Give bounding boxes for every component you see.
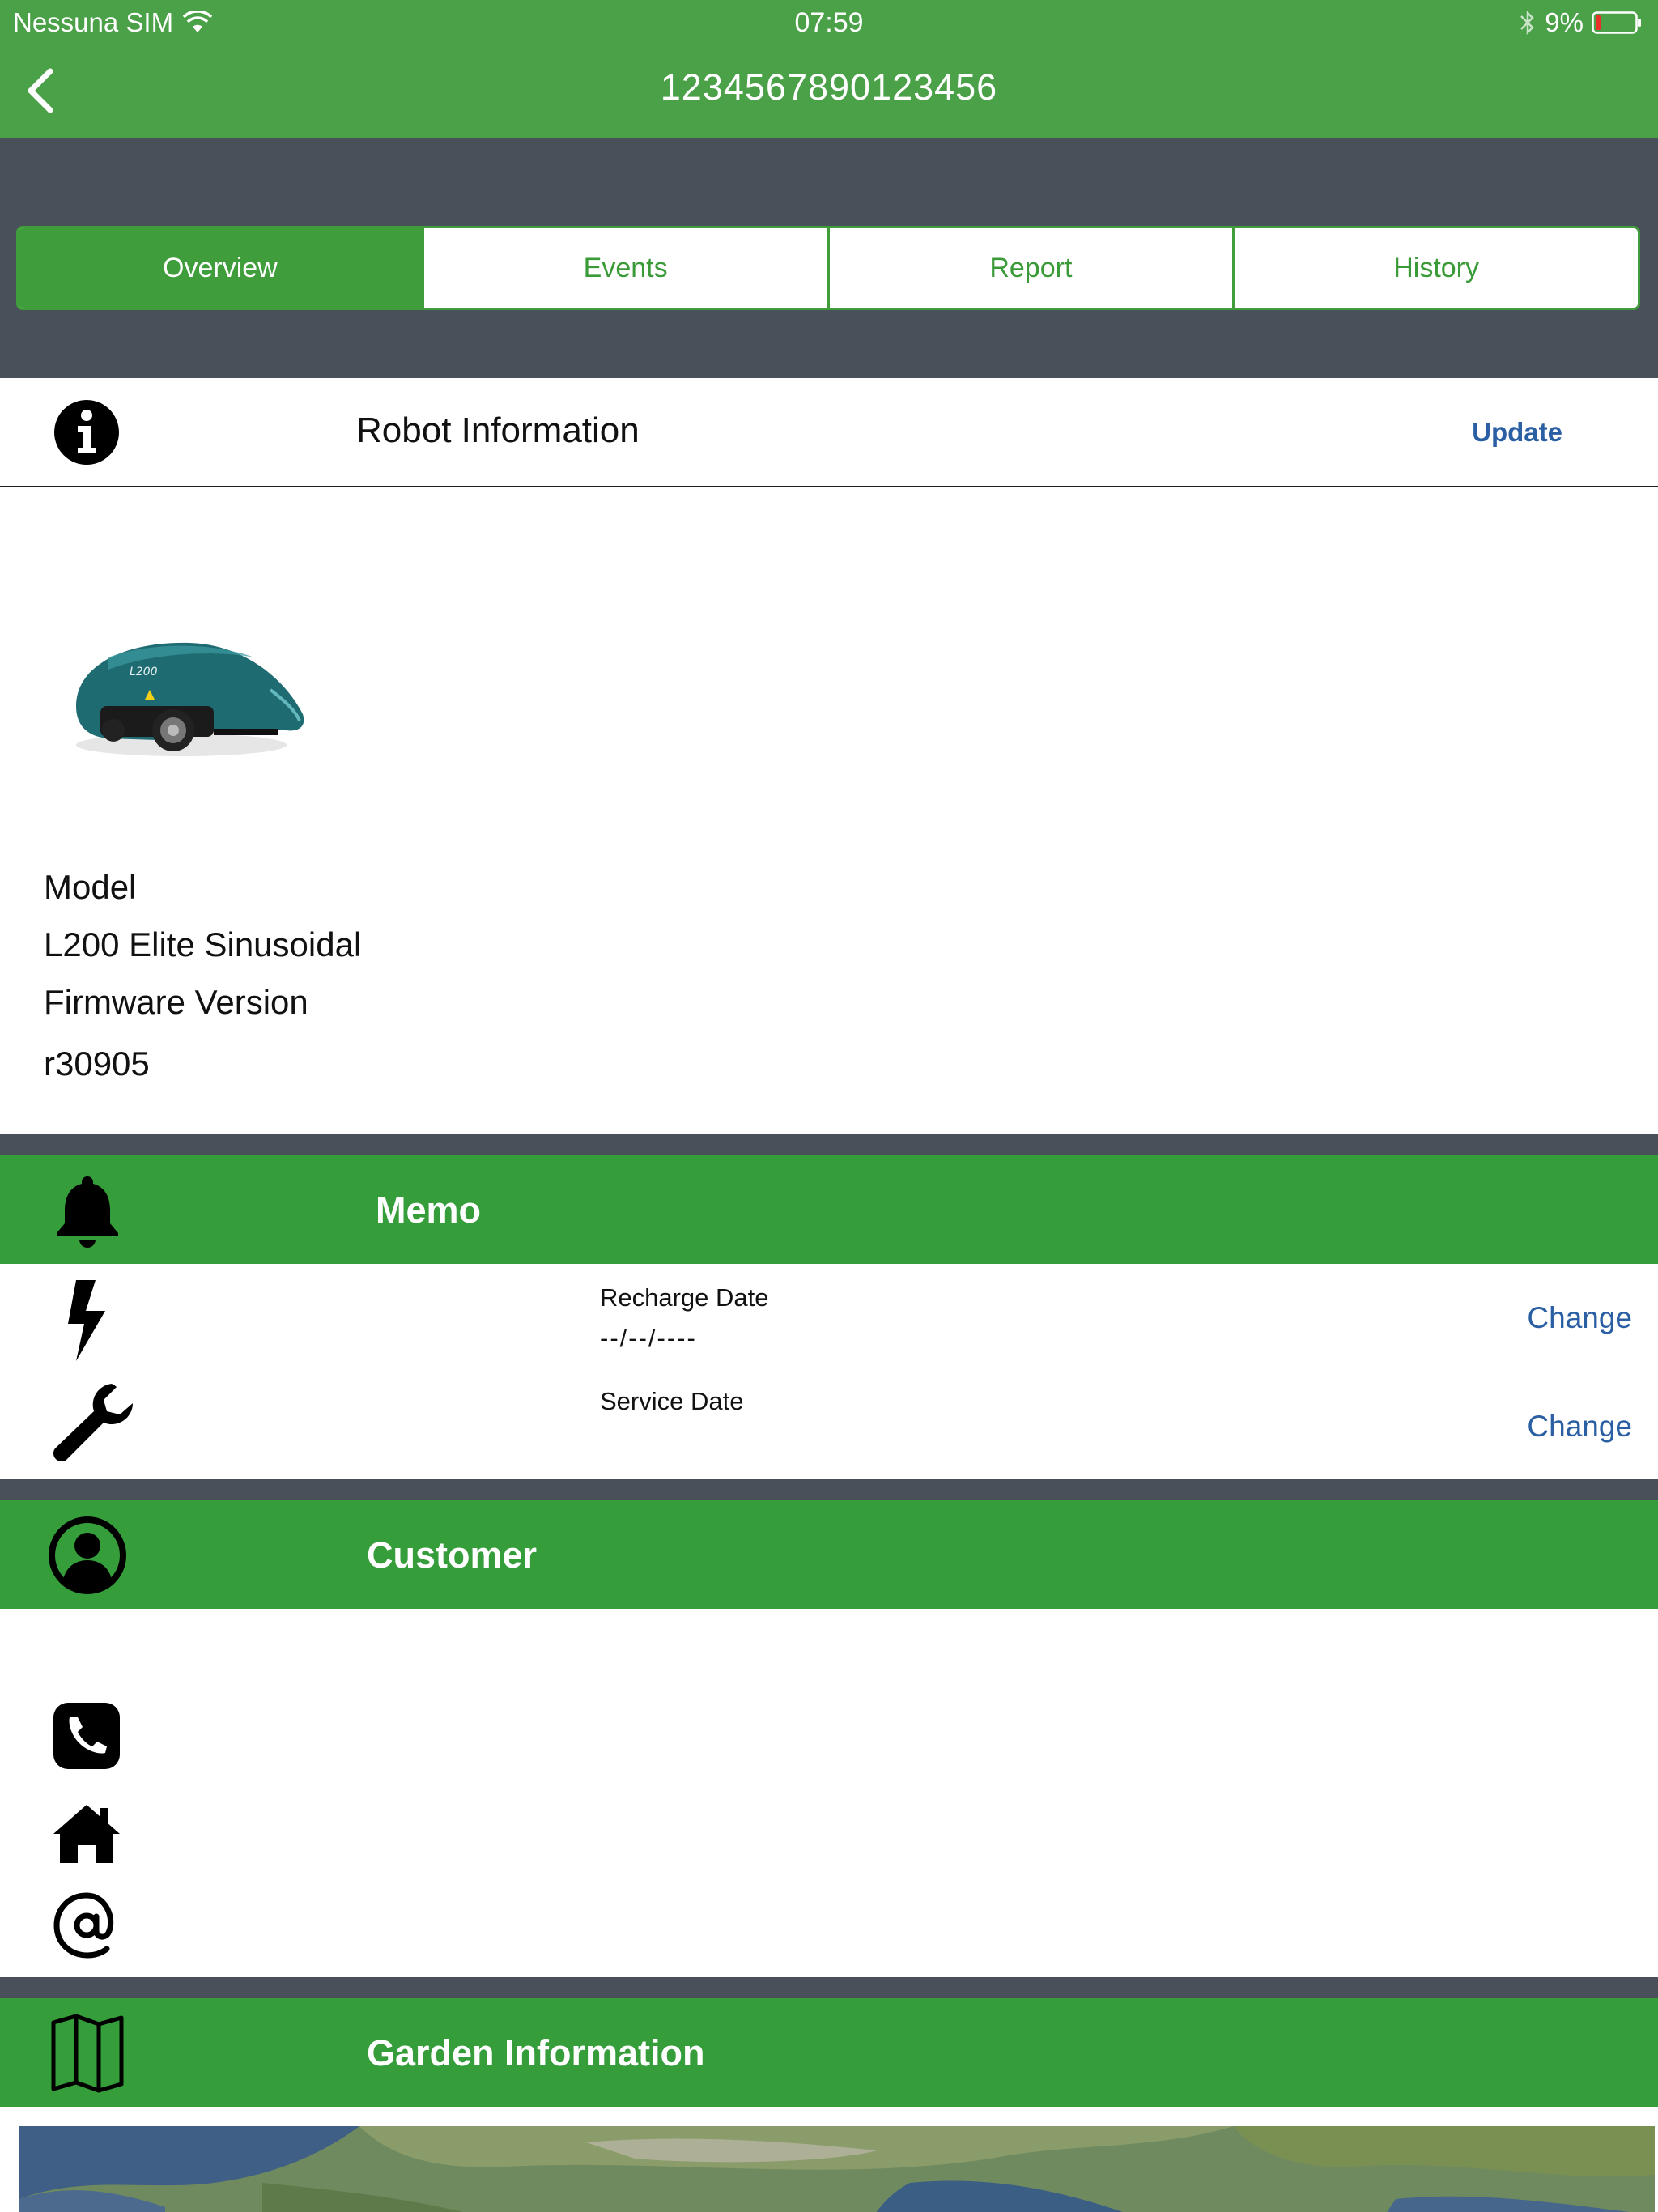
navigation-bar: Nessuna SIM 07:59 9% 1234567890123456 xyxy=(0,0,1658,138)
tabs-band: Overview Events Report History xyxy=(0,138,1658,378)
lightning-bolt-icon xyxy=(68,1280,105,1361)
customer-title: Customer xyxy=(367,1534,538,1576)
bluetooth-icon xyxy=(1520,10,1535,36)
memo-title: Memo xyxy=(376,1189,482,1231)
section-divider xyxy=(0,1977,1658,1998)
tab-overview[interactable]: Overview xyxy=(19,228,424,308)
model-label: Model xyxy=(44,868,137,906)
memo-body: Recharge Date --/--/---- Change Service … xyxy=(0,1264,1658,1481)
robot-mower-image: L200 xyxy=(76,642,304,756)
firmware-label: Firmware Version xyxy=(44,983,308,1021)
battery-percent: 9% xyxy=(1545,7,1584,37)
firmware-value: r30905 xyxy=(44,1044,150,1083)
tab-events[interactable]: Events xyxy=(424,228,830,308)
section-divider xyxy=(0,1479,1658,1500)
change-recharge-date-button[interactable]: Change xyxy=(1527,1301,1632,1335)
garden-header: Garden Information xyxy=(0,1998,1658,2107)
tab-history[interactable]: History xyxy=(1235,228,1638,308)
clock: 07:59 xyxy=(794,7,864,38)
customer-body xyxy=(0,1609,1658,1977)
status-bar: Nessuna SIM 07:59 9% xyxy=(0,0,1658,45)
customer-header: Customer xyxy=(0,1500,1658,1609)
robot-info-header: Robot Information Update xyxy=(0,378,1658,487)
svg-text:L200: L200 xyxy=(130,666,158,678)
recharge-date-value: --/--/---- xyxy=(600,1324,697,1352)
garden-map[interactable] xyxy=(19,2126,1655,2212)
model-value: L200 Elite Sinusoidal xyxy=(44,925,362,963)
home-icon[interactable] xyxy=(50,1797,123,1870)
map-icon xyxy=(51,2014,124,2093)
garden-title: Garden Information xyxy=(367,2032,705,2074)
recharge-date-label: Recharge Date xyxy=(600,1283,769,1312)
service-date-label: Service Date xyxy=(600,1387,744,1415)
phone-icon[interactable] xyxy=(50,1699,123,1772)
bell-icon xyxy=(57,1176,118,1248)
battery-icon xyxy=(1592,11,1641,34)
info-icon xyxy=(54,400,119,465)
status-right: 9% xyxy=(1519,7,1642,38)
change-service-date-button[interactable]: Change xyxy=(1527,1410,1632,1444)
update-button[interactable]: Update xyxy=(1472,417,1562,448)
at-sign-icon[interactable] xyxy=(50,1889,123,1962)
section-divider xyxy=(0,1134,1658,1155)
page-title: 1234567890123456 xyxy=(660,66,998,108)
user-circle-icon xyxy=(49,1516,126,1594)
tab-report[interactable]: Report xyxy=(830,228,1235,308)
memo-header: Memo xyxy=(0,1155,1658,1264)
screen: Nessuna SIM 07:59 9% 1234567890123456 Ov… xyxy=(0,0,1658,2212)
segmented-tabs: Overview Events Report History xyxy=(16,226,1640,310)
robot-info-title: Robot Information xyxy=(356,410,640,450)
wrench-icon xyxy=(53,1384,133,1461)
robot-info-body: L200 Model L200 Elite Sinusoidal Firmwar… xyxy=(0,487,1658,1134)
